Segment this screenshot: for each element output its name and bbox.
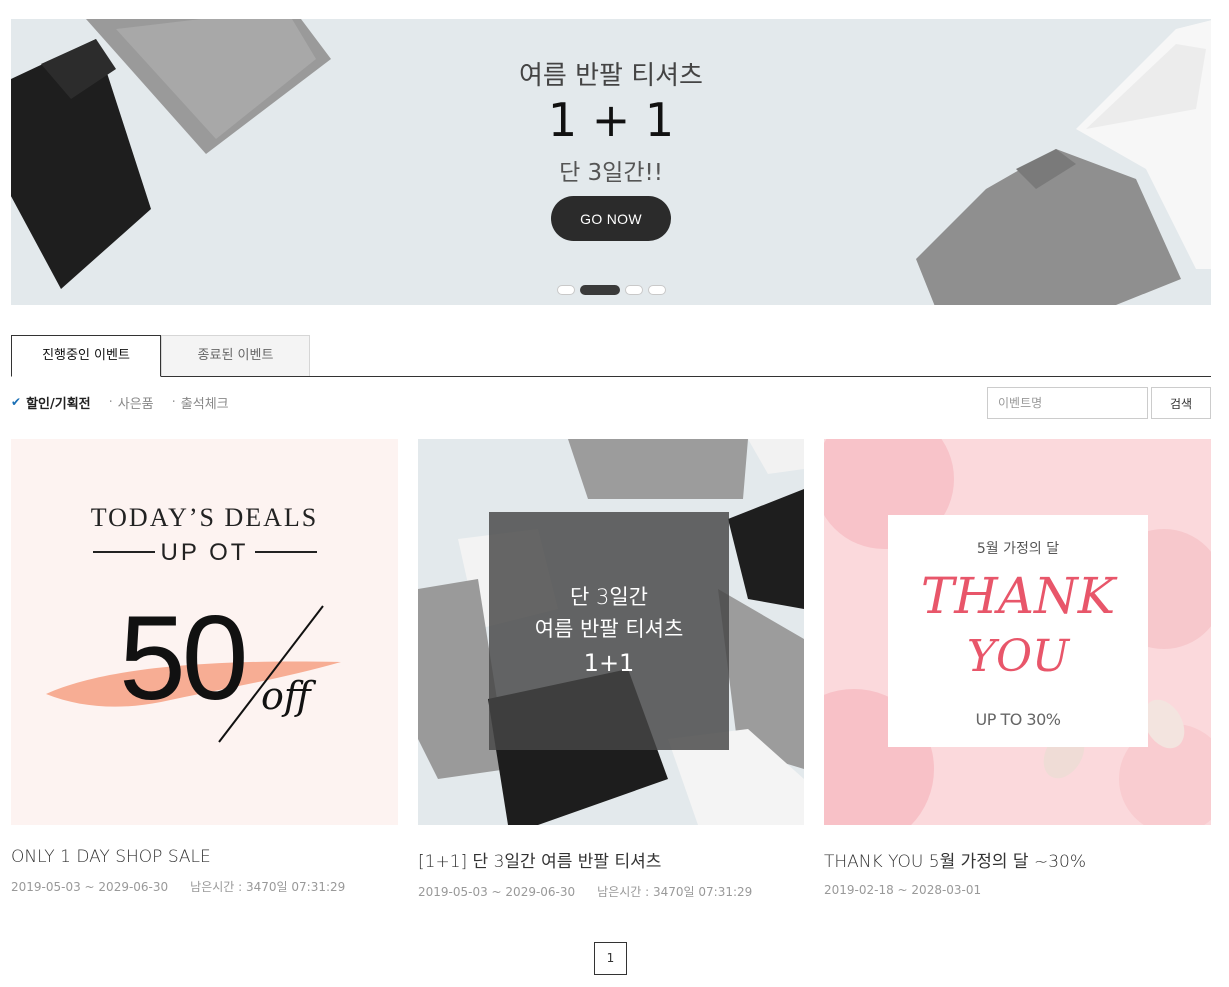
event-meta: 2019-05-03 ~ 2029-06-30 남은시간 : 3470일 07:3… bbox=[11, 878, 398, 895]
event-image-thankyou[interactable]: 5월 가정의 달 THANK YOU UP TO 30% bbox=[824, 439, 1211, 825]
event-card[interactable]: TODAY’S DEALS UP OT 50 off ONLY 1 DAY SH… bbox=[11, 439, 398, 895]
event-search-input[interactable] bbox=[987, 387, 1148, 419]
slider-dots bbox=[557, 285, 666, 295]
overlay-line3: 1+1 bbox=[583, 649, 635, 677]
event-period: 2019-05-03 ~ 2029-06-30 bbox=[418, 885, 576, 899]
thankyou-script-line2: YOU bbox=[966, 631, 1070, 682]
bullet-icon: · bbox=[108, 394, 113, 410]
pagination-page-1[interactable]: 1 bbox=[594, 942, 627, 975]
deals-line-right bbox=[255, 551, 317, 553]
filter-sale[interactable]: ✔ 할인/기획전 bbox=[11, 393, 91, 412]
filter-gift[interactable]: · 사은품 bbox=[109, 393, 154, 412]
tab-ongoing-events[interactable]: 진행중인 이벤트 bbox=[11, 335, 161, 377]
banner-subtitle: 여름 반팔 티셔츠 bbox=[519, 61, 703, 91]
slider-dot[interactable] bbox=[557, 285, 575, 295]
event-category-filters: ✔ 할인/기획전 · 사은품 · 출석체크 bbox=[11, 392, 247, 412]
banner-headline: 1 + 1 bbox=[547, 93, 675, 147]
event-remaining-time: 남은시간 : 3470일 07:31:29 bbox=[190, 880, 346, 894]
filter-sale-label: 할인/기획전 bbox=[26, 396, 91, 412]
event-meta: 2019-02-18 ~ 2028-03-01 bbox=[824, 883, 1211, 897]
hero-banner[interactable]: 여름 반팔 티셔츠 1 + 1 단 3일간!! GO NOW bbox=[11, 19, 1211, 305]
overlay-line1: 단 3일간 bbox=[570, 585, 648, 609]
slider-dot[interactable] bbox=[625, 285, 643, 295]
event-image-tshirts[interactable]: 단 3일간 여름 반팔 티셔츠 1+1 bbox=[418, 439, 804, 825]
deals-heading: TODAY’S DEALS bbox=[90, 503, 319, 532]
event-tabs: 진행중인 이벤트 종료된 이벤트 bbox=[11, 335, 1211, 377]
event-image-deals[interactable]: TODAY’S DEALS UP OT 50 off bbox=[11, 439, 398, 825]
bullet-icon: · bbox=[171, 394, 176, 410]
filter-gift-label: 사은품 bbox=[117, 396, 154, 412]
search-button[interactable]: 검색 bbox=[1151, 387, 1211, 419]
event-title[interactable]: THANK YOU 5월 가정의 달 ~30% bbox=[824, 847, 1211, 872]
filter-attendance[interactable]: · 출석체크 bbox=[172, 393, 229, 412]
slider-dot-active[interactable] bbox=[580, 285, 620, 295]
tab-ended-events[interactable]: 종료된 이벤트 bbox=[161, 335, 310, 376]
event-card[interactable]: 5월 가정의 달 THANK YOU UP TO 30% THANK YOU 5… bbox=[824, 439, 1211, 897]
event-title[interactable]: ONLY 1 DAY SHOP SALE bbox=[11, 847, 398, 867]
off-script-text: off bbox=[261, 674, 311, 718]
checkmark-icon: ✔ bbox=[11, 395, 22, 409]
event-meta: 2019-05-03 ~ 2029-06-30 남은시간 : 3470일 07:3… bbox=[418, 883, 804, 900]
thankyou-script-line1: THANK bbox=[920, 567, 1116, 625]
event-period: 2019-02-18 ~ 2028-03-01 bbox=[824, 883, 982, 897]
event-period: 2019-05-03 ~ 2029-06-30 bbox=[11, 880, 169, 894]
event-title[interactable]: [1+1] 단 3일간 여름 반팔 티셔츠 bbox=[418, 847, 804, 872]
overlay-line2: 여름 반팔 티셔츠 bbox=[534, 617, 684, 641]
slider-dot[interactable] bbox=[648, 285, 666, 295]
thankyou-subtitle: 5월 가정의 달 bbox=[976, 541, 1060, 557]
event-card[interactable]: 단 3일간 여름 반팔 티셔츠 1+1 [1+1] 단 3일간 여름 반팔 티셔… bbox=[418, 439, 804, 900]
banner-tagline: 단 3일간!! bbox=[559, 160, 663, 186]
go-now-button[interactable]: GO NOW bbox=[551, 196, 671, 241]
thankyou-discount: UP TO 30% bbox=[975, 710, 1061, 729]
deals-subheading: UP OT bbox=[160, 539, 249, 566]
filter-attendance-label: 출석체크 bbox=[180, 396, 229, 412]
event-remaining-time: 남은시간 : 3470일 07:31:29 bbox=[597, 885, 753, 899]
